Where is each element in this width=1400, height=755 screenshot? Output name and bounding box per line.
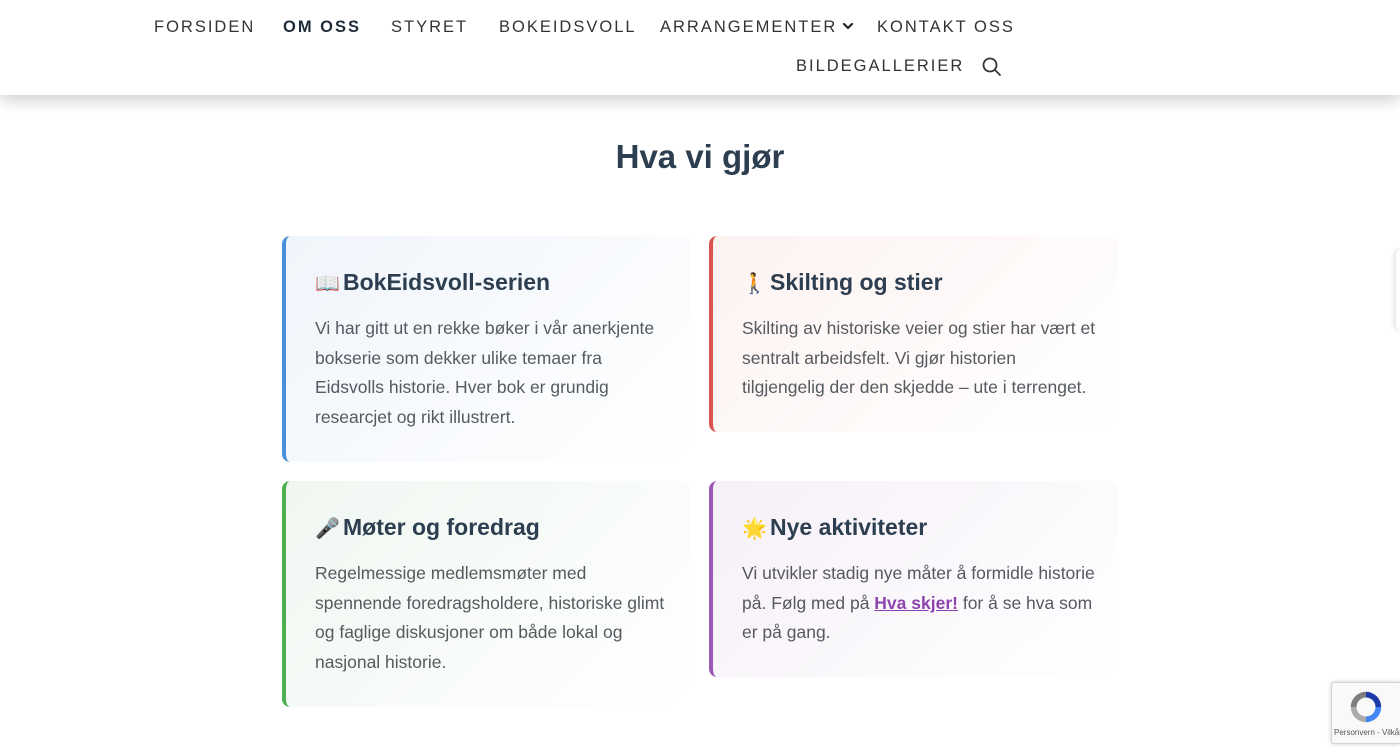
nav-item-bokeidsvoll[interactable]: BOKEIDSVOLL bbox=[499, 18, 637, 37]
chevron-down-icon bbox=[843, 22, 854, 30]
card-text: Skilting av historiske veier og stier ha… bbox=[742, 318, 1096, 398]
card-bokeidsvoll-serien: 📖 BokEidsvoll-serien Vi har gitt ut en re… bbox=[282, 236, 690, 462]
recaptcha-icon bbox=[1350, 691, 1382, 723]
card-title: 📖 BokEidsvoll-serien bbox=[315, 269, 550, 296]
card-moter-og-foredrag: 🎤 Møter og foredrag Regelmessige medlemsm… bbox=[282, 481, 690, 707]
card-title: 🌟 Nye aktiviteter bbox=[742, 514, 927, 541]
microphone-icon: 🎤 bbox=[315, 518, 340, 540]
nav-item-kontakt-oss[interactable]: KONTAKT OSS bbox=[877, 18, 1015, 37]
card-title-text: BokEidsvoll-serien bbox=[343, 269, 551, 295]
recaptcha-badge[interactable]: Personvern - Vilkår bbox=[1331, 682, 1400, 744]
nav-item-styret[interactable]: STYRET bbox=[391, 18, 468, 37]
card-title-text: Møter og foredrag bbox=[343, 514, 540, 540]
nav-item-arrangementer[interactable]: ARRANGEMENTER bbox=[660, 18, 854, 37]
star-icon: 🌟 bbox=[742, 518, 767, 540]
nav-item-arrangementer-label: ARRANGEMENTER bbox=[660, 18, 838, 36]
nav-item-forsiden[interactable]: FORSIDEN bbox=[154, 18, 255, 37]
card-text: Regelmessige medlemsmøter med spennende … bbox=[315, 563, 665, 673]
hva-skjer-link[interactable]: Hva skjer! bbox=[874, 593, 958, 613]
card-title: 🎤 Møter og foredrag bbox=[315, 514, 540, 541]
card-text: Vi utvikler stadig nye måter å formidle … bbox=[742, 559, 1097, 648]
recaptcha-label[interactable]: Personvern - Vilkår bbox=[1334, 728, 1400, 737]
card-skilting-og-stier: 🚶 Skilting og stier Skilting av historisk… bbox=[709, 236, 1118, 432]
nav-item-om-oss[interactable]: OM OSS bbox=[283, 18, 361, 37]
card-nye-aktiviteter: 🌟 Nye aktiviteter Vi utvikler stadig nye … bbox=[709, 481, 1118, 677]
card-title-text: Skilting og stier bbox=[770, 269, 943, 295]
walking-person-icon: 🚶 bbox=[742, 273, 767, 295]
section-title: Hva vi gjør bbox=[615, 138, 785, 175]
card-title-text: Nye aktiviteter bbox=[770, 514, 928, 540]
card-title: 🚶 Skilting og stier bbox=[742, 269, 943, 296]
card-text: Vi har gitt ut en rekke bøker i vår aner… bbox=[315, 318, 655, 428]
search-icon[interactable] bbox=[981, 56, 1003, 78]
side-tab[interactable] bbox=[1396, 250, 1400, 330]
site-header: FORSIDEN OM OSS STYRET BOKEIDSVOLL ARRAN… bbox=[0, 0, 1400, 95]
book-icon: 📖 bbox=[315, 273, 340, 295]
nav-item-bildegallerier[interactable]: BILDEGALLERIER bbox=[796, 57, 964, 76]
